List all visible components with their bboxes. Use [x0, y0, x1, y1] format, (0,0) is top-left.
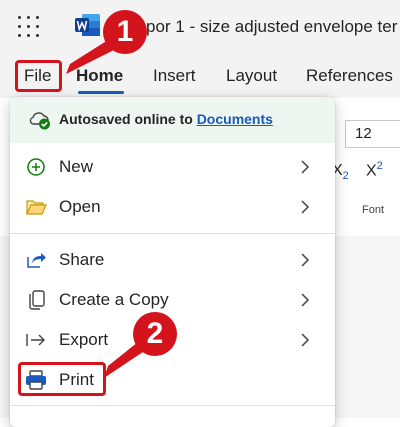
step-badge-2: 2 [133, 312, 177, 356]
step-badge-1: 1 [103, 10, 147, 54]
annotation-arrows [66, 40, 146, 378]
